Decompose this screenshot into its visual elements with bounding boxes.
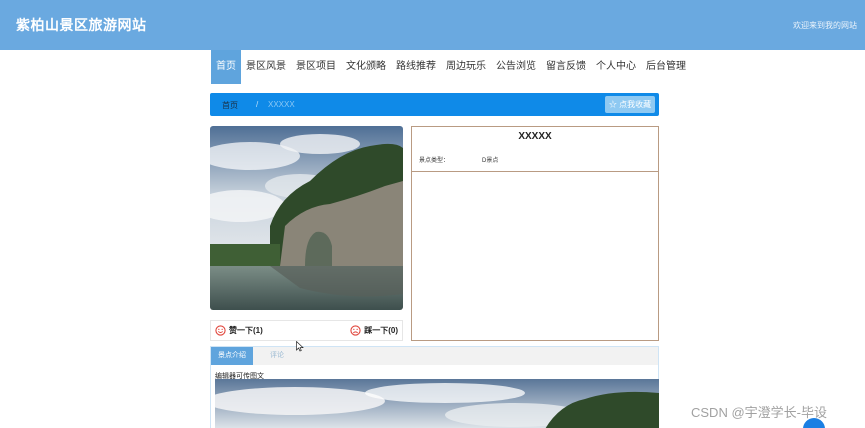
- dislike-button[interactable]: 踩一下(0): [350, 325, 398, 336]
- vote-panel: 赞一下(1) 踩一下(0): [210, 320, 403, 341]
- nav-item-announcements[interactable]: 公告浏览: [491, 50, 541, 84]
- nav-item-routes[interactable]: 路线推荐: [391, 50, 441, 84]
- nav-item-admin[interactable]: 后台管理: [641, 50, 691, 84]
- dislike-label: 踩一下(0): [364, 326, 398, 335]
- nav-item-home[interactable]: 首页: [211, 50, 241, 84]
- like-label: 赞一下(1): [229, 326, 263, 335]
- site-header: 紫柏山景区旅游网站 欢迎来到我的网站: [0, 0, 865, 50]
- type-label: 景点类型：: [419, 158, 450, 164]
- tab-comments[interactable]: 评论: [257, 347, 297, 365]
- mouse-cursor-icon: [296, 341, 304, 352]
- nav-item-feedback[interactable]: 留言反馈: [541, 50, 591, 84]
- nav-item-profile[interactable]: 个人中心: [591, 50, 641, 84]
- detail-panel: XXXXX 景点类型： D景点: [411, 126, 659, 341]
- welcome-text: 欢迎来到我的网站: [793, 21, 857, 30]
- detail-title: XXXXX: [518, 131, 552, 142]
- breadcrumb: 首页 / XXXXX ☆ 点我收藏: [210, 93, 659, 116]
- site-title[interactable]: 紫柏山景区旅游网站: [16, 15, 147, 35]
- watermark: CSDN @宇澄学长-毕设: [691, 405, 827, 420]
- breadcrumb-current: XXXXX: [268, 100, 295, 109]
- tab-introduction[interactable]: 景点介绍: [211, 347, 253, 365]
- content-image: [215, 379, 659, 428]
- detail-divider: [412, 171, 658, 172]
- tab-bar: 景点介绍 评论: [211, 347, 658, 365]
- frown-icon: [350, 325, 361, 336]
- smile-icon: [215, 325, 226, 336]
- breadcrumb-home[interactable]: 首页: [222, 100, 238, 111]
- scenic-photo: [210, 126, 403, 310]
- type-value: D景点: [482, 158, 499, 164]
- nav-item-culture[interactable]: 文化颁略: [341, 50, 391, 84]
- nav-item-projects[interactable]: 景区项目: [291, 50, 341, 84]
- main-nav: 首页 景区风景 景区项目 文化颁略 路线推荐 周边玩乐 公告浏览 留言反馈 个人…: [211, 50, 691, 84]
- nav-item-scenery[interactable]: 景区风景: [241, 50, 291, 84]
- like-button[interactable]: 赞一下(1): [215, 325, 263, 336]
- nav-item-nearby[interactable]: 周边玩乐: [441, 50, 491, 84]
- breadcrumb-separator: /: [256, 100, 259, 109]
- favorite-button[interactable]: ☆ 点我收藏: [605, 96, 655, 113]
- content-tabs: 景点介绍 评论 编辑器可传图文: [210, 346, 659, 428]
